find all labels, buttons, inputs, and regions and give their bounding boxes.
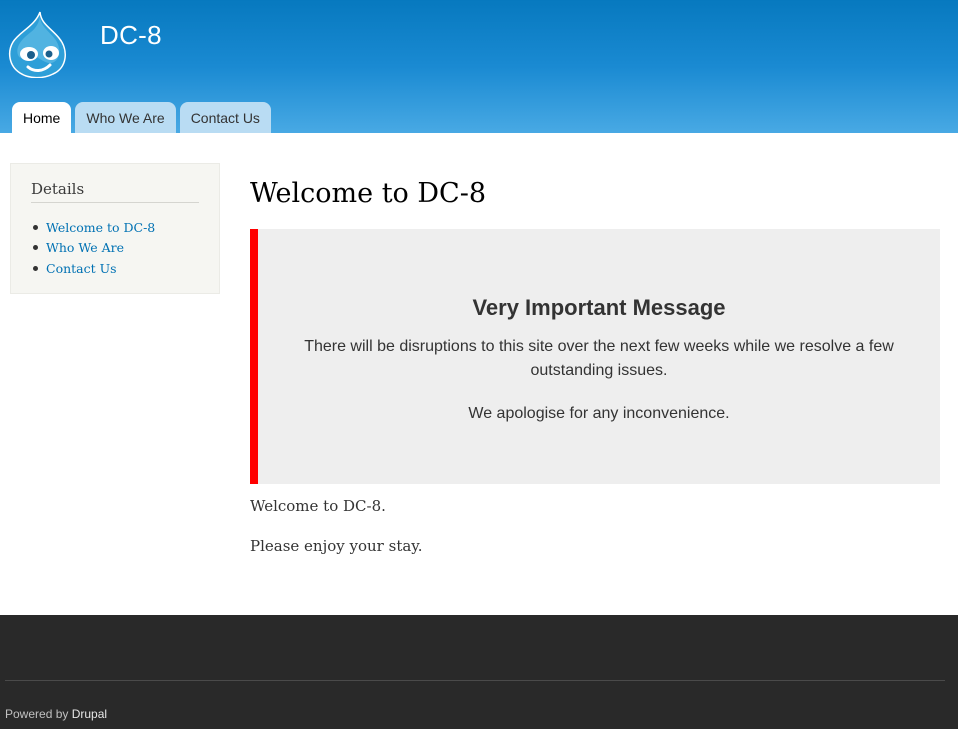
- enjoy-paragraph: Please enjoy your stay.: [250, 537, 423, 555]
- powered-by: Powered by Drupal: [5, 707, 107, 721]
- drupal-drop-icon[interactable]: [7, 10, 69, 78]
- site-name[interactable]: DC-8: [100, 20, 162, 51]
- sidebar-details-block: Details Welcome to DC-8 Who We Are Conta…: [10, 163, 220, 294]
- sidebar-link-who-we-are[interactable]: Who We Are: [46, 240, 124, 255]
- sidebar-link-contact-us[interactable]: Contact Us: [46, 261, 117, 276]
- tab-who-we-are[interactable]: Who We Are: [75, 102, 176, 133]
- sidebar-menu: Welcome to DC-8 Who We Are Contact Us: [31, 217, 155, 279]
- sidebar-link-welcome[interactable]: Welcome to DC-8: [46, 220, 155, 235]
- message-heading: Very Important Message: [472, 295, 726, 320]
- page-title: Welcome to DC-8: [250, 178, 486, 209]
- footer-divider: [5, 680, 945, 681]
- bullet-icon: [33, 224, 38, 230]
- sidebar-title: Details: [31, 180, 85, 198]
- drupal-link[interactable]: Drupal: [72, 707, 107, 721]
- site-header: DC-8 Home Who We Are Contact Us: [0, 0, 958, 133]
- welcome-paragraph: Welcome to DC-8.: [250, 497, 386, 515]
- bullet-icon: [33, 245, 38, 251]
- bullet-icon: [33, 265, 38, 271]
- site-footer: Powered by Drupal: [0, 615, 958, 729]
- message-body: There will be disruptions to this site o…: [304, 338, 894, 379]
- sidebar-item-welcome: Welcome to DC-8: [31, 217, 155, 238]
- sidebar-item-who-we-are: Who We Are: [31, 238, 155, 259]
- sidebar-divider: [31, 202, 199, 203]
- message-apology: We apologise for any inconvenience.: [468, 405, 730, 422]
- powered-by-prefix: Powered by: [5, 707, 69, 721]
- tab-contact-us[interactable]: Contact Us: [179, 102, 271, 133]
- sidebar-item-contact-us: Contact Us: [31, 258, 155, 279]
- important-message-box: Very Important Message There will be dis…: [250, 229, 940, 484]
- main-nav-tabs: Home Who We Are Contact Us: [12, 102, 271, 133]
- tab-home[interactable]: Home: [12, 102, 72, 133]
